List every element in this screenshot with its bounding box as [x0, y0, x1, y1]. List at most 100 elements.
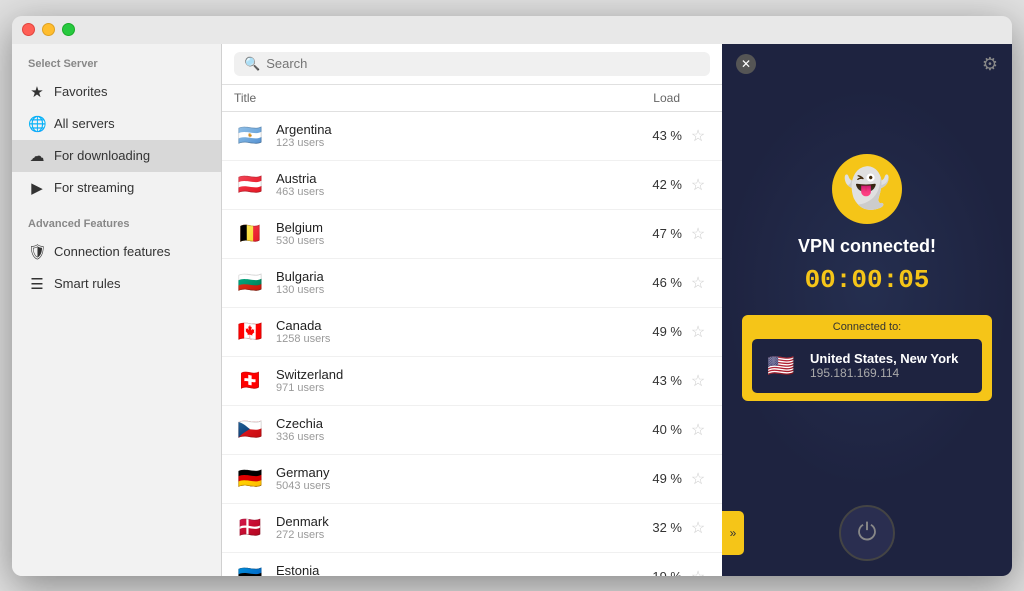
favorite-star-button[interactable]: ☆ — [686, 518, 710, 538]
table-row[interactable]: 🇧🇬 Bulgaria 130 users 46 % ☆ — [222, 259, 722, 308]
table-row[interactable]: 🇦🇷 Argentina 123 users 43 % ☆ — [222, 112, 722, 161]
sidebar-item-favorites[interactable]: ★ Favorites — [12, 76, 221, 108]
server-users: 971 users — [276, 382, 627, 394]
gear-button[interactable]: ⚙ — [982, 54, 998, 75]
server-load: 40 % — [627, 422, 682, 437]
server-info: Estonia 55 users — [276, 563, 627, 576]
server-users: 123 users — [276, 137, 627, 149]
table-row[interactable]: 🇨🇿 Czechia 336 users 40 % ☆ — [222, 406, 722, 455]
favorite-star-button[interactable]: ☆ — [686, 175, 710, 195]
server-load: 49 % — [627, 471, 682, 486]
favorite-star-button[interactable]: ☆ — [686, 567, 710, 576]
server-flag: 🇨🇿 — [234, 414, 266, 446]
connected-to-box: Connected to: 🇺🇸 United States, New York… — [742, 315, 992, 401]
server-users: 5043 users — [276, 480, 627, 492]
table-row[interactable]: 🇪🇪 Estonia 55 users 19 % ☆ — [222, 553, 722, 576]
search-input[interactable] — [266, 56, 700, 71]
sidebar-item-connection-features[interactable]: 🛡 Connection features — [12, 236, 221, 268]
server-info: Canada 1258 users — [276, 318, 627, 345]
server-info: Bulgaria 130 users — [276, 269, 627, 296]
connected-country-details: United States, New York 195.181.169.114 — [810, 351, 958, 380]
table-row[interactable]: 🇨🇦 Canada 1258 users 49 % ☆ — [222, 308, 722, 357]
favorite-star-button[interactable]: ☆ — [686, 273, 710, 293]
server-info: Switzerland 971 users — [276, 367, 627, 394]
server-name: Bulgaria — [276, 269, 627, 284]
close-button[interactable] — [22, 23, 35, 36]
streaming-icon: ▶ — [28, 179, 46, 197]
title-bar — [12, 16, 1012, 44]
favorite-star-button[interactable]: ☆ — [686, 322, 710, 342]
table-row[interactable]: 🇩🇰 Denmark 272 users 32 % ☆ — [222, 504, 722, 553]
sidebar-label-for-streaming: For streaming — [54, 180, 134, 195]
server-users: 530 users — [276, 235, 627, 247]
server-flag: 🇪🇪 — [234, 561, 266, 576]
server-name: Estonia — [276, 563, 627, 576]
server-users: 272 users — [276, 529, 627, 541]
server-users: 336 users — [276, 431, 627, 443]
sidebar-item-all-servers[interactable]: 🌐 All servers — [12, 108, 221, 140]
connected-ip: 195.181.169.114 — [810, 366, 958, 380]
sidebar-label-all-servers: All servers — [54, 116, 115, 131]
power-button[interactable]: ⏻ — [839, 505, 895, 561]
favorite-star-button[interactable]: ☆ — [686, 371, 710, 391]
server-info: Argentina 123 users — [276, 122, 627, 149]
server-list: 🇦🇷 Argentina 123 users 43 % ☆ 🇦🇹 Austria… — [222, 112, 722, 576]
sidebar-label-favorites: Favorites — [54, 84, 107, 99]
sidebar-label-connection-features: Connection features — [54, 244, 170, 259]
rules-icon: ☰ — [28, 275, 46, 293]
shield-icon: 🛡 — [28, 243, 46, 261]
server-info: Germany 5043 users — [276, 465, 627, 492]
minimize-button[interactable] — [42, 23, 55, 36]
sidebar-label-smart-rules: Smart rules — [54, 276, 120, 291]
connected-to-label: Connected to: — [752, 321, 982, 333]
main-content: Select Server ★ Favorites 🌐 All servers … — [12, 44, 1012, 576]
favorite-star-button[interactable]: ☆ — [686, 224, 710, 244]
server-info: Czechia 336 users — [276, 416, 627, 443]
server-name: Czechia — [276, 416, 627, 431]
table-header: Title Load — [222, 85, 722, 112]
sidebar: Select Server ★ Favorites 🌐 All servers … — [12, 44, 222, 576]
right-panel-header: ✕ ⚙ — [722, 44, 1012, 85]
globe-icon: 🌐 — [28, 115, 46, 133]
maximize-button[interactable] — [62, 23, 75, 36]
favorite-star-button[interactable]: ☆ — [686, 126, 710, 146]
server-flag: 🇦🇷 — [234, 120, 266, 152]
table-row[interactable]: 🇨🇭 Switzerland 971 users 43 % ☆ — [222, 357, 722, 406]
server-name: Denmark — [276, 514, 627, 529]
table-row[interactable]: 🇦🇹 Austria 463 users 42 % ☆ — [222, 161, 722, 210]
favorite-star-button[interactable]: ☆ — [686, 469, 710, 489]
col-load-header: Load — [630, 91, 710, 105]
expand-button[interactable]: » — [722, 511, 744, 555]
server-info: Austria 463 users — [276, 171, 627, 198]
server-name: Canada — [276, 318, 627, 333]
server-users: 130 users — [276, 284, 627, 296]
sidebar-section-select-server: Select Server — [12, 44, 221, 76]
server-load: 49 % — [627, 324, 682, 339]
server-name: Switzerland — [276, 367, 627, 382]
sidebar-item-for-downloading[interactable]: ☁ For downloading — [12, 140, 221, 172]
center-panel: 🔍 Title Load 🇦🇷 Argentina 123 users 43 %… — [222, 44, 722, 576]
close-right-button[interactable]: ✕ — [736, 54, 756, 74]
server-load: 32 % — [627, 520, 682, 535]
server-info: Belgium 530 users — [276, 220, 627, 247]
sidebar-item-smart-rules[interactable]: ☰ Smart rules — [12, 268, 221, 300]
table-row[interactable]: 🇩🇪 Germany 5043 users 49 % ☆ — [222, 455, 722, 504]
server-load: 19 % — [627, 569, 682, 576]
download-icon: ☁ — [28, 147, 46, 165]
connected-to-info: 🇺🇸 United States, New York 195.181.169.1… — [752, 339, 982, 393]
search-input-wrap[interactable]: 🔍 — [234, 52, 710, 76]
col-title-header: Title — [234, 91, 630, 105]
sidebar-item-for-streaming[interactable]: ▶ For streaming — [12, 172, 221, 204]
server-flag: 🇨🇦 — [234, 316, 266, 348]
table-row[interactable]: 🇧🇪 Belgium 530 users 47 % ☆ — [222, 210, 722, 259]
server-load: 42 % — [627, 177, 682, 192]
vpn-status-text: VPN connected! — [798, 236, 936, 257]
cyberghost-logo: 👻 — [832, 154, 902, 224]
search-icon: 🔍 — [244, 56, 260, 72]
server-flag: 🇦🇹 — [234, 169, 266, 201]
server-flag: 🇨🇭 — [234, 365, 266, 397]
server-name: Argentina — [276, 122, 627, 137]
connected-country-name: United States, New York — [810, 351, 958, 366]
server-name: Germany — [276, 465, 627, 480]
favorite-star-button[interactable]: ☆ — [686, 420, 710, 440]
